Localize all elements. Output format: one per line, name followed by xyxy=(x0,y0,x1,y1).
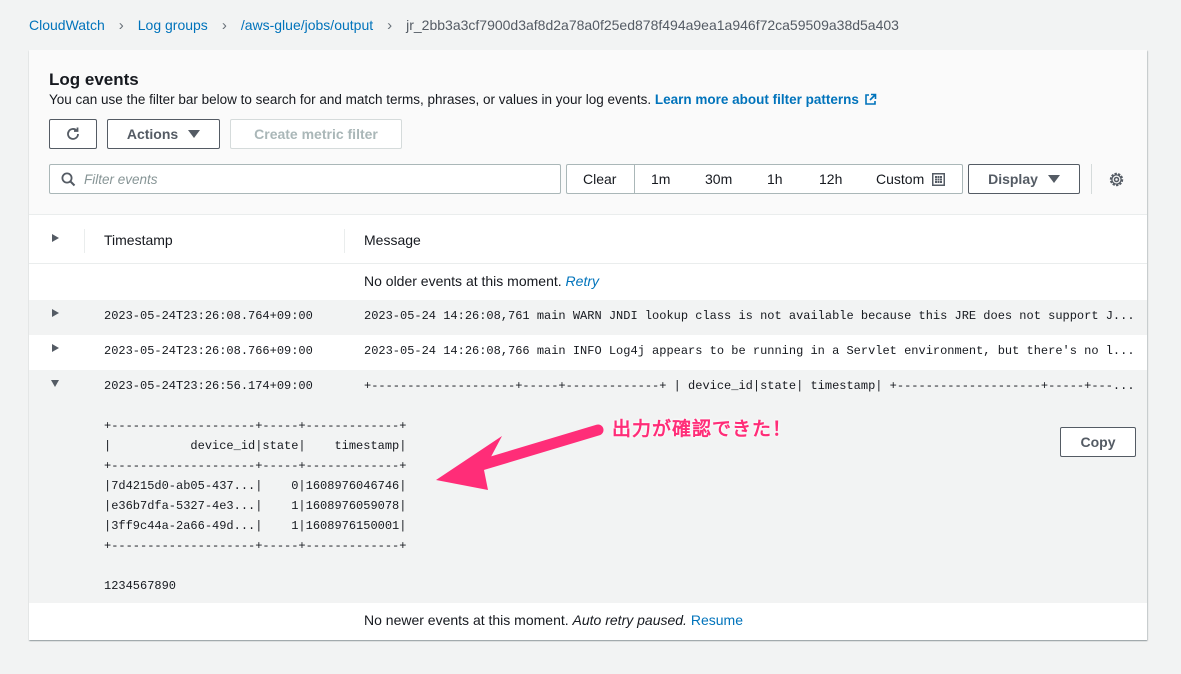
annotation-arrow-icon xyxy=(436,424,604,490)
annotation-text: 出力が確認できた！ xyxy=(612,419,793,440)
